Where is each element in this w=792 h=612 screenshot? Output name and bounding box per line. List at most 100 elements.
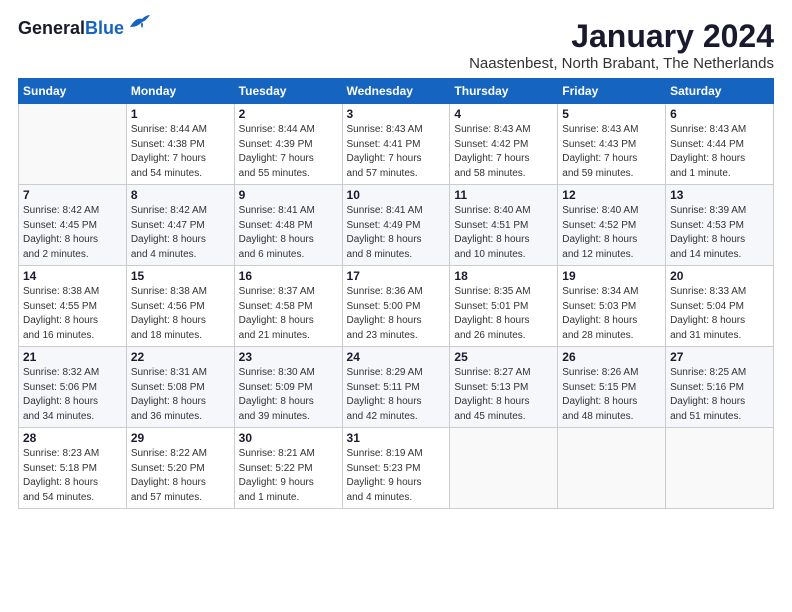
calendar-cell: 1 Sunrise: 8:44 AM Sunset: 4:38 PM Daylig… bbox=[126, 104, 234, 185]
calendar-cell bbox=[450, 428, 558, 509]
calendar-cell: 24 Sunrise: 8:29 AM Sunset: 5:11 PM Dayli… bbox=[342, 347, 450, 428]
calendar-week-row: 1 Sunrise: 8:44 AM Sunset: 4:38 PM Daylig… bbox=[19, 104, 774, 185]
header: GeneralBlue January 2024 Naastenbest, No… bbox=[18, 18, 774, 72]
calendar-cell bbox=[19, 104, 127, 185]
location-title: Naastenbest, North Brabant, The Netherla… bbox=[469, 55, 774, 72]
calendar-cell: 27 Sunrise: 8:25 AM Sunset: 5:16 PM Dayli… bbox=[666, 347, 774, 428]
day-number: 8 bbox=[131, 188, 230, 202]
day-info: Sunrise: 8:43 AM Sunset: 4:43 PM Dayligh… bbox=[562, 123, 661, 181]
day-number: 1 bbox=[131, 107, 230, 121]
day-info: Sunrise: 8:43 AM Sunset: 4:44 PM Dayligh… bbox=[670, 123, 769, 181]
calendar-cell: 8Sunrise: 8:42 AM Sunset: 4:47 PM Daylig… bbox=[126, 185, 234, 266]
calendar-cell bbox=[666, 428, 774, 509]
day-number: 16 bbox=[239, 269, 338, 283]
calendar-cell: 22 Sunrise: 8:31 AM Sunset: 5:08 PM Dayli… bbox=[126, 347, 234, 428]
calendar-cell: 16 Sunrise: 8:37 AM Sunset: 4:58 PM Dayli… bbox=[234, 266, 342, 347]
calendar-cell: 31Sunrise: 8:19 AM Sunset: 5:23 PM Dayli… bbox=[342, 428, 450, 509]
day-number: 29 bbox=[131, 431, 230, 445]
day-info: Sunrise: 8:27 AM Sunset: 5:13 PM Dayligh… bbox=[454, 366, 553, 424]
day-info: Sunrise: 8:29 AM Sunset: 5:11 PM Dayligh… bbox=[347, 366, 446, 424]
day-number: 24 bbox=[347, 350, 446, 364]
col-header-sunday: Sunday bbox=[19, 79, 127, 104]
day-info: Sunrise: 8:41 AM Sunset: 4:48 PM Dayligh… bbox=[239, 204, 338, 262]
day-number: 15 bbox=[131, 269, 230, 283]
col-header-wednesday: Wednesday bbox=[342, 79, 450, 104]
day-number: 19 bbox=[562, 269, 661, 283]
day-info: Sunrise: 8:42 AM Sunset: 4:45 PM Dayligh… bbox=[23, 204, 122, 262]
day-number: 28 bbox=[23, 431, 122, 445]
day-number: 31 bbox=[347, 431, 446, 445]
day-info: Sunrise: 8:34 AM Sunset: 5:03 PM Dayligh… bbox=[562, 285, 661, 343]
day-number: 27 bbox=[670, 350, 769, 364]
col-header-thursday: Thursday bbox=[450, 79, 558, 104]
day-info: Sunrise: 8:38 AM Sunset: 4:56 PM Dayligh… bbox=[131, 285, 230, 343]
calendar-cell bbox=[558, 428, 666, 509]
day-number: 30 bbox=[239, 431, 338, 445]
day-info: Sunrise: 8:43 AM Sunset: 4:42 PM Dayligh… bbox=[454, 123, 553, 181]
calendar-cell: 18 Sunrise: 8:35 AM Sunset: 5:01 PM Dayli… bbox=[450, 266, 558, 347]
logo-general: General bbox=[18, 18, 85, 38]
calendar-cell: 11 Sunrise: 8:40 AM Sunset: 4:51 PM Dayli… bbox=[450, 185, 558, 266]
logo-blue: Blue bbox=[85, 18, 124, 38]
calendar-cell: 30 Sunrise: 8:21 AM Sunset: 5:22 PM Dayli… bbox=[234, 428, 342, 509]
day-info: Sunrise: 8:44 AM Sunset: 4:38 PM Dayligh… bbox=[131, 123, 230, 181]
day-number: 22 bbox=[131, 350, 230, 364]
day-number: 4 bbox=[454, 107, 553, 121]
calendar-cell: 19 Sunrise: 8:34 AM Sunset: 5:03 PM Dayli… bbox=[558, 266, 666, 347]
day-number: 20 bbox=[670, 269, 769, 283]
calendar-cell: 7 Sunrise: 8:42 AM Sunset: 4:45 PM Daylig… bbox=[19, 185, 127, 266]
day-info: Sunrise: 8:32 AM Sunset: 5:06 PM Dayligh… bbox=[23, 366, 122, 424]
day-info: Sunrise: 8:31 AM Sunset: 5:08 PM Dayligh… bbox=[131, 366, 230, 424]
day-number: 26 bbox=[562, 350, 661, 364]
day-info: Sunrise: 8:37 AM Sunset: 4:58 PM Dayligh… bbox=[239, 285, 338, 343]
day-info: Sunrise: 8:38 AM Sunset: 4:55 PM Dayligh… bbox=[23, 285, 122, 343]
calendar-cell: 5Sunrise: 8:43 AM Sunset: 4:43 PM Daylig… bbox=[558, 104, 666, 185]
day-info: Sunrise: 8:35 AM Sunset: 5:01 PM Dayligh… bbox=[454, 285, 553, 343]
day-info: Sunrise: 8:41 AM Sunset: 4:49 PM Dayligh… bbox=[347, 204, 446, 262]
day-number: 12 bbox=[562, 188, 661, 202]
calendar-week-row: 21 Sunrise: 8:32 AM Sunset: 5:06 PM Dayli… bbox=[19, 347, 774, 428]
day-number: 10 bbox=[347, 188, 446, 202]
calendar-cell: 20 Sunrise: 8:33 AM Sunset: 5:04 PM Dayli… bbox=[666, 266, 774, 347]
calendar-header-row: SundayMondayTuesdayWednesdayThursdayFrid… bbox=[19, 79, 774, 104]
day-number: 25 bbox=[454, 350, 553, 364]
calendar-cell: 4 Sunrise: 8:43 AM Sunset: 4:42 PM Daylig… bbox=[450, 104, 558, 185]
day-number: 3 bbox=[347, 107, 446, 121]
title-area: January 2024 Naastenbest, North Brabant,… bbox=[469, 18, 774, 72]
day-info: Sunrise: 8:25 AM Sunset: 5:16 PM Dayligh… bbox=[670, 366, 769, 424]
day-number: 18 bbox=[454, 269, 553, 283]
calendar-cell: 23 Sunrise: 8:30 AM Sunset: 5:09 PM Dayli… bbox=[234, 347, 342, 428]
calendar-cell: 25 Sunrise: 8:27 AM Sunset: 5:13 PM Dayli… bbox=[450, 347, 558, 428]
day-number: 21 bbox=[23, 350, 122, 364]
day-info: Sunrise: 8:30 AM Sunset: 5:09 PM Dayligh… bbox=[239, 366, 338, 424]
day-number: 11 bbox=[454, 188, 553, 202]
day-info: Sunrise: 8:21 AM Sunset: 5:22 PM Dayligh… bbox=[239, 447, 338, 505]
day-info: Sunrise: 8:33 AM Sunset: 5:04 PM Dayligh… bbox=[670, 285, 769, 343]
calendar-cell: 26Sunrise: 8:26 AM Sunset: 5:15 PM Dayli… bbox=[558, 347, 666, 428]
day-number: 9 bbox=[239, 188, 338, 202]
day-info: Sunrise: 8:44 AM Sunset: 4:39 PM Dayligh… bbox=[239, 123, 338, 181]
day-info: Sunrise: 8:22 AM Sunset: 5:20 PM Dayligh… bbox=[131, 447, 230, 505]
day-info: Sunrise: 8:40 AM Sunset: 4:51 PM Dayligh… bbox=[454, 204, 553, 262]
calendar-week-row: 28Sunrise: 8:23 AM Sunset: 5:18 PM Dayli… bbox=[19, 428, 774, 509]
col-header-monday: Monday bbox=[126, 79, 234, 104]
calendar-cell: 17Sunrise: 8:36 AM Sunset: 5:00 PM Dayli… bbox=[342, 266, 450, 347]
day-number: 7 bbox=[23, 188, 122, 202]
page: GeneralBlue January 2024 Naastenbest, No… bbox=[0, 0, 792, 519]
logo: GeneralBlue bbox=[18, 18, 150, 39]
calendar-week-row: 7 Sunrise: 8:42 AM Sunset: 4:45 PM Daylig… bbox=[19, 185, 774, 266]
calendar-cell: 15 Sunrise: 8:38 AM Sunset: 4:56 PM Dayli… bbox=[126, 266, 234, 347]
calendar-cell: 12Sunrise: 8:40 AM Sunset: 4:52 PM Dayli… bbox=[558, 185, 666, 266]
col-header-friday: Friday bbox=[558, 79, 666, 104]
day-number: 13 bbox=[670, 188, 769, 202]
calendar-cell: 14Sunrise: 8:38 AM Sunset: 4:55 PM Dayli… bbox=[19, 266, 127, 347]
calendar-week-row: 14Sunrise: 8:38 AM Sunset: 4:55 PM Dayli… bbox=[19, 266, 774, 347]
calendar-cell: 2Sunrise: 8:44 AM Sunset: 4:39 PM Daylig… bbox=[234, 104, 342, 185]
calendar-cell: 10 Sunrise: 8:41 AM Sunset: 4:49 PM Dayli… bbox=[342, 185, 450, 266]
day-number: 6 bbox=[670, 107, 769, 121]
calendar-cell: 3 Sunrise: 8:43 AM Sunset: 4:41 PM Daylig… bbox=[342, 104, 450, 185]
calendar-cell: 29 Sunrise: 8:22 AM Sunset: 5:20 PM Dayli… bbox=[126, 428, 234, 509]
day-number: 23 bbox=[239, 350, 338, 364]
calendar-cell: 21 Sunrise: 8:32 AM Sunset: 5:06 PM Dayli… bbox=[19, 347, 127, 428]
day-info: Sunrise: 8:43 AM Sunset: 4:41 PM Dayligh… bbox=[347, 123, 446, 181]
